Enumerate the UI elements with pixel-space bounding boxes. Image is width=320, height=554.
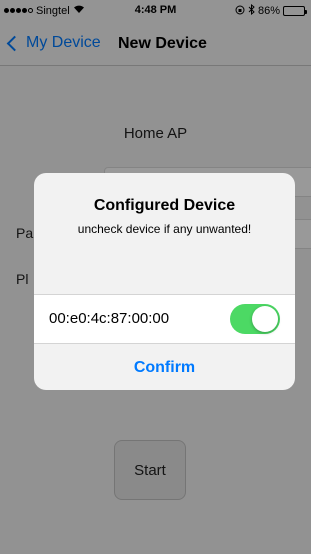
alert-title: Configured Device xyxy=(93,197,236,214)
device-row: 00:e0:4c:87:00:00 xyxy=(34,294,295,344)
app-screen: Singtel 4:48 PM 86% My Device New Device xyxy=(0,0,311,554)
configured-device-alert: Configured Device uncheck device if any … xyxy=(34,173,295,390)
alert-message: uncheck device if any unwanted! xyxy=(77,222,252,236)
toggle-knob xyxy=(252,306,278,332)
confirm-button[interactable]: Confirm xyxy=(34,346,295,390)
device-toggle-switch[interactable] xyxy=(230,304,280,334)
device-mac-address: 00:e0:4c:87:00:00 xyxy=(49,310,170,327)
